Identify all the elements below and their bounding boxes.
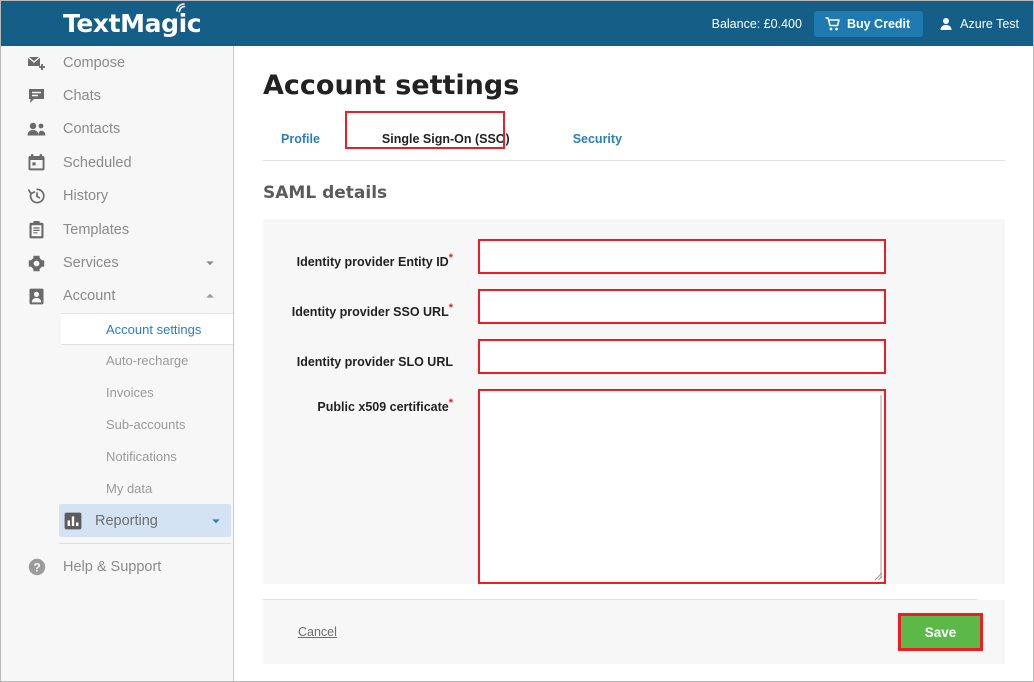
gear-icon [27,254,46,273]
svg-text:?: ? [33,560,40,574]
slo-url-field-annotation [478,339,886,374]
required-asterisk: * [449,302,453,314]
sidebar-item-sub-accounts[interactable]: Sub-accounts [1,409,233,441]
sidebar-item-label: Scheduled [63,155,132,171]
user-name-label: Azure Test [960,17,1019,31]
x509-certificate-textarea[interactable] [480,391,884,582]
entity-id-input[interactable] [480,241,884,272]
chevron-up-icon [205,291,215,301]
form-row-entity-id: Identity provider Entity ID* [263,239,1005,274]
sidebar-item-reporting[interactable]: Reporting [59,504,231,537]
tab-single-sign-on[interactable]: Single Sign-On (SSO) [382,121,510,146]
sidebar-item-label: History [63,188,108,204]
required-asterisk: * [449,252,453,264]
sidebar-item-invoices[interactable]: Invoices [1,377,233,409]
question-icon: ? [27,557,46,576]
required-asterisk: * [449,397,453,409]
logo-text: TextMagic [63,9,201,38]
slo-url-label: Identity provider SLO URL [263,339,453,369]
label-text: Identity provider SLO URL [297,355,453,369]
tab-security[interactable]: Security [573,121,622,146]
section-title: SAML details [263,183,1033,203]
sidebar-item-notifications[interactable]: Notifications [1,440,233,472]
signal-waves-icon [176,2,188,13]
user-menu[interactable]: Azure Test [939,17,1019,31]
header-right-group: Balance: £0.400 Buy Credit Azure Test [712,11,1019,37]
sidebar-item-chats[interactable]: Chats [1,79,233,112]
saml-details-form: Identity provider Entity ID* Identity pr… [263,219,1005,584]
page-title: Account settings [263,70,1033,101]
label-text: Public x509 certificate [317,400,448,414]
slo-url-input[interactable] [480,341,884,372]
sidebar-item-label: Account [63,288,115,304]
sidebar-item-compose[interactable]: Compose [1,46,233,79]
application-window: TextMagic Balance: £0.400 Buy Credit [0,0,1034,682]
label-text: Identity provider Entity ID [297,255,449,269]
label-text: Identity provider SSO URL [292,305,449,319]
entity-id-field-annotation [478,239,886,274]
sub-item-label: My data [106,481,152,496]
buy-credit-label: Buy Credit [847,17,910,31]
sidebar-item-help-support[interactable]: ? Help & Support [1,550,233,583]
form-row-sso-url: Identity provider SSO URL* [263,289,1005,324]
save-button-annotation-box: Save [898,613,983,651]
x509-certificate-field-annotation [478,389,886,584]
chevron-down-icon [211,516,221,526]
sidebar-item-account-settings[interactable]: Account settings [61,313,234,345]
settings-tabs: Profile Single Sign-On (SSO) Security [263,121,1005,161]
sidebar-item-label: Templates [63,222,129,238]
sso-url-field-annotation [478,289,886,324]
sub-item-label: Notifications [106,449,177,464]
sidebar-item-my-data[interactable]: My data [1,472,233,504]
sub-item-label: Invoices [106,385,154,400]
sidebar-item-label: Reporting [95,513,158,529]
entity-id-label: Identity provider Entity ID* [263,239,453,269]
sub-item-label: Auto-recharge [106,353,188,368]
clipboard-icon [27,220,46,239]
form-row-slo-url: Identity provider SLO URL [263,339,1005,374]
buy-credit-button[interactable]: Buy Credit [814,11,923,37]
balance-label: Balance: £0.400 [712,17,802,31]
sidebar-item-scheduled[interactable]: Scheduled [1,146,233,179]
shopping-cart-icon [825,17,840,31]
sidebar-item-templates[interactable]: Templates [1,213,233,246]
sidebar-item-label: Help & Support [63,559,161,575]
x509-certificate-label: Public x509 certificate* [263,389,453,414]
sub-item-label: Account settings [106,322,201,337]
compose-icon [27,53,46,72]
sidebar-item-label: Chats [63,88,101,104]
tab-profile[interactable]: Profile [281,121,320,146]
top-header-bar: TextMagic Balance: £0.400 Buy Credit [1,1,1033,46]
person-icon [939,17,953,31]
bar-chart-icon [63,511,82,530]
sidebar-item-contacts[interactable]: Contacts [1,113,233,146]
sidebar-item-history[interactable]: History [1,180,233,213]
sidebar-divider [59,543,231,544]
textmagic-logo[interactable]: TextMagic [63,9,201,38]
cancel-link[interactable]: Cancel [298,625,337,639]
save-button[interactable]: Save [901,616,980,648]
chevron-down-icon [205,258,215,268]
calendar-icon [27,153,46,172]
sidebar-item-account[interactable]: Account [1,280,233,313]
sso-url-label: Identity provider SSO URL* [263,289,453,319]
form-actions-bar: Cancel Save [263,600,1005,664]
sidebar-item-services[interactable]: Services [1,246,233,279]
main-content: Account settings Profile Single Sign-On … [235,46,1033,681]
user-card-icon [27,287,46,306]
sidebar-item-label: Contacts [63,121,120,137]
history-icon [27,187,46,206]
sso-url-input[interactable] [480,291,884,322]
sidebar-item-label: Compose [63,55,125,71]
sub-item-label: Sub-accounts [106,417,186,432]
sidebar-navigation: Compose Chats Contacts [1,46,234,681]
form-row-x509-certificate: Public x509 certificate* [263,389,1005,584]
contacts-icon [27,120,46,139]
sidebar-item-auto-recharge[interactable]: Auto-recharge [1,345,233,377]
sidebar-item-label: Services [63,255,119,271]
chat-icon [27,87,46,106]
